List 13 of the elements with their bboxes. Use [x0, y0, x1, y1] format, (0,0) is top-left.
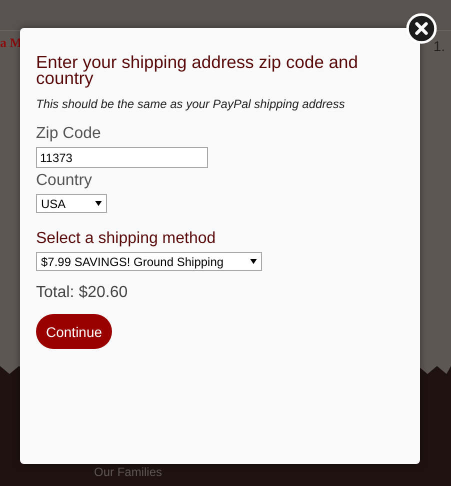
- modal-title: Enter your shipping address zip code and country: [36, 54, 360, 86]
- price-text: 1.: [433, 38, 445, 54]
- field-label: Country: [36, 172, 94, 190]
- shipping-method-dropdown[interactable]: $7.99 SAVINGS! Ground Shipping: [36, 252, 262, 271]
- section-heading: Select a shipping method: [36, 230, 217, 248]
- dropdown-arrow-icon: [95, 201, 102, 206]
- continue-button[interactable]: Continue: [36, 314, 112, 349]
- dropdown-arrow-icon: [250, 259, 257, 264]
- country-dropdown[interactable]: USA: [36, 194, 107, 213]
- modal-subtitle: This should be the same as your PayPal shipping address: [36, 97, 346, 111]
- total-text: Total: $20.60: [36, 284, 129, 302]
- zip-code-field[interactable]: 11373: [36, 147, 208, 168]
- field-label: Zip Code: [36, 125, 102, 143]
